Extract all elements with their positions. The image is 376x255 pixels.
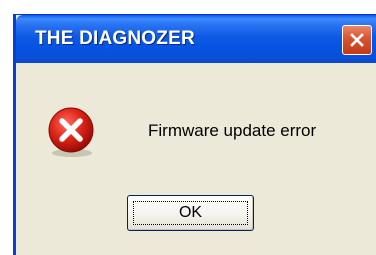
close-button[interactable]: [342, 25, 372, 55]
window-title: THE DIAGNOZER: [35, 28, 195, 49]
error-icon: [48, 107, 94, 157]
ok-button[interactable]: OK: [127, 195, 254, 231]
error-dialog: THE DIAGNOZER Firmware update error OK: [13, 14, 376, 255]
error-message: Firmware update error: [148, 121, 317, 140]
close-icon: [350, 33, 364, 47]
ok-button-label: OK: [178, 204, 203, 221]
title-bar[interactable]: THE DIAGNOZER: [16, 15, 376, 63]
page: THE DIAGNOZER Firmware update error OK: [0, 0, 376, 255]
